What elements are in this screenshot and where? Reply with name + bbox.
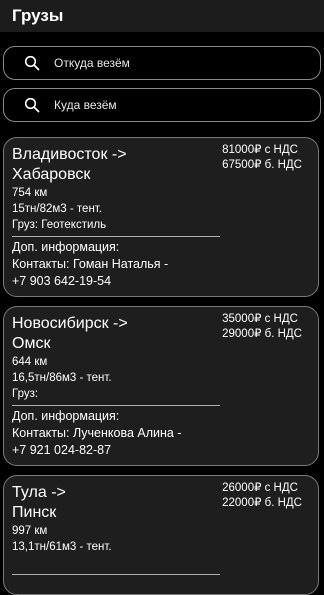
cargo-prices: 26000₽ с НДС 22000₽ б. НДС: [222, 481, 302, 511]
search-icon: [24, 55, 40, 71]
route-origin: Тула ->: [12, 484, 66, 501]
cargo-route: Новосибирск -> Омск: [12, 314, 212, 354]
to-search-field[interactable]: Куда везём: [3, 88, 321, 122]
cargo-extra: Доп. информация: Контакты: Гоман Наталья…: [12, 239, 242, 290]
cargo-prices: 35000₽ с НДС 29000₽ б. НДС: [222, 312, 302, 342]
route-destination: Хабаровск: [12, 166, 91, 183]
price-with-vat: 35000₽ с НДС: [222, 313, 298, 325]
price-with-vat: 26000₽ с НДС: [222, 482, 298, 494]
cargo-distance: 754 км: [12, 187, 48, 199]
page-title: Грузы: [12, 6, 64, 25]
route-destination: Пинск: [12, 504, 57, 521]
route-origin: Новосибирск ->: [12, 315, 128, 332]
cargo-details: 754 км 15тн/82м3 - тент. Груз: Геотексти…: [12, 185, 222, 233]
price-without-vat: 67500₽ б. НДС: [222, 159, 302, 171]
route-destination: Омск: [12, 335, 51, 352]
cargo-route: Тула -> Пинск: [12, 483, 212, 523]
search-icon: [24, 97, 40, 113]
cargo-card[interactable]: Тула -> Пинск 26000₽ с НДС 22000₽ б. НДС…: [3, 475, 319, 595]
cargo-card[interactable]: Владивосток -> Хабаровск 81000₽ с НДС 67…: [3, 137, 319, 297]
price-without-vat: 29000₽ б. НДС: [222, 328, 302, 340]
contacts: Контакты: Лученкова Алина -: [12, 426, 182, 440]
route-origin: Владивосток ->: [12, 146, 127, 163]
extra-info-label: Доп. информация:: [12, 240, 120, 254]
cargo-specs: 15тн/82м3 - тент.: [12, 203, 102, 215]
from-search-field[interactable]: Откуда везём: [3, 46, 321, 80]
cargo-prices: 81000₽ с НДС 67500₽ б. НДС: [222, 143, 302, 173]
price-without-vat: 22000₽ б. НДС: [222, 497, 302, 509]
cargo-extra: Доп. информация: Контакты: Лученкова Али…: [12, 408, 242, 459]
divider: [12, 405, 220, 406]
to-search-placeholder: Куда везём: [54, 98, 117, 112]
cargo-details: 644 км 16,5тн/86м3 - тент. Груз:: [12, 354, 222, 402]
divider: [12, 574, 220, 575]
phone[interactable]: +7 903 642-19-54: [12, 273, 242, 290]
cargo-type: Груз:: [12, 388, 39, 400]
cargo-details: 997 км 13,1тн/61м3 - тент.: [12, 523, 222, 555]
divider: [12, 236, 220, 237]
app-header: Грузы: [0, 0, 324, 32]
cargo-distance: 644 км: [12, 356, 48, 368]
cargo-specs: 16,5тн/86м3 - тент.: [12, 372, 112, 384]
extra-info-label: Доп. информация:: [12, 409, 120, 423]
cargo-card[interactable]: Новосибирск -> Омск 35000₽ с НДС 29000₽ …: [3, 306, 319, 466]
cargo-distance: 997 км: [12, 525, 48, 537]
price-with-vat: 81000₽ с НДС: [222, 144, 298, 156]
phone[interactable]: +7 921 024-82-87: [12, 442, 242, 459]
cargo-type: Груз: Геотекстиль: [12, 219, 107, 231]
cargo-route: Владивосток -> Хабаровск: [12, 145, 212, 185]
cargo-specs: 13,1тн/61м3 - тент.: [12, 541, 112, 553]
contacts: Контакты: Гоман Наталья -: [12, 257, 169, 271]
from-search-placeholder: Откуда везём: [54, 56, 130, 70]
